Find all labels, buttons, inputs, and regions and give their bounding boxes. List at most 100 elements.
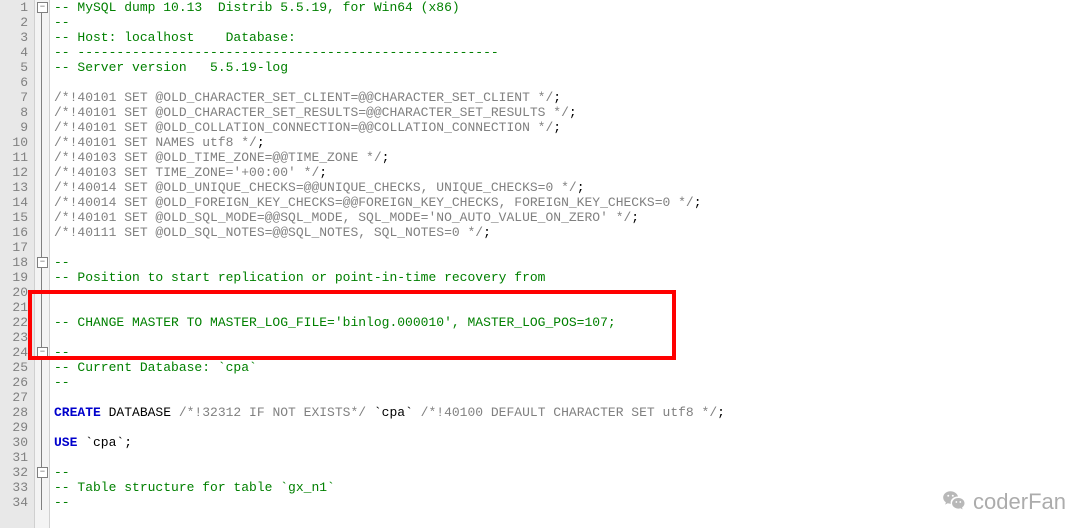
line-number: 31 <box>0 450 28 465</box>
line-number: 28 <box>0 405 28 420</box>
fold-toggle-icon[interactable] <box>37 257 48 268</box>
code-area[interactable]: -- MySQL dump 10.13 Distrib 5.5.19, for … <box>50 0 1080 528</box>
code-token: /*!40111 SET @OLD_SQL_NOTES=@@SQL_NOTES,… <box>54 225 483 240</box>
code-line[interactable]: -- Current Database: `cpa` <box>54 360 1080 375</box>
code-line[interactable]: -- <box>54 285 1080 300</box>
code-line[interactable]: -- Table structure for table `gx_n1` <box>54 480 1080 495</box>
line-number: 33 <box>0 480 28 495</box>
code-line[interactable]: CREATE DATABASE /*!32312 IF NOT EXISTS*/… <box>54 405 1080 420</box>
code-token: CREATE <box>54 405 101 420</box>
line-number: 32 <box>0 465 28 480</box>
line-number: 21 <box>0 300 28 315</box>
code-line[interactable]: -- <box>54 495 1080 510</box>
code-line[interactable]: -- <box>54 345 1080 360</box>
code-line[interactable] <box>54 75 1080 90</box>
code-token: ; <box>483 225 491 240</box>
code-token: -- Position to start replication or poin… <box>54 270 545 285</box>
code-line[interactable]: -- -------------------------------------… <box>54 45 1080 60</box>
code-line[interactable]: /*!40103 SET TIME_ZONE='+00:00' */; <box>54 165 1080 180</box>
code-token: /*!40014 SET @OLD_FOREIGN_KEY_CHECKS=@@F… <box>54 195 694 210</box>
line-number: 6 <box>0 75 28 90</box>
code-line[interactable]: /*!40103 SET @OLD_TIME_ZONE=@@TIME_ZONE … <box>54 150 1080 165</box>
code-token: /*!32312 IF NOT EXISTS*/ <box>179 405 366 420</box>
line-number: 15 <box>0 210 28 225</box>
code-token: USE <box>54 435 77 450</box>
line-number: 18 <box>0 255 28 270</box>
code-token: `cpa` <box>366 405 421 420</box>
code-line[interactable]: /*!40014 SET @OLD_UNIQUE_CHECKS=@@UNIQUE… <box>54 180 1080 195</box>
line-number: 7 <box>0 90 28 105</box>
wechat-icon <box>941 488 967 514</box>
line-number: 27 <box>0 390 28 405</box>
code-line[interactable]: /*!40101 SET @OLD_COLLATION_CONNECTION=@… <box>54 120 1080 135</box>
fold-column <box>35 0 50 528</box>
line-number: 30 <box>0 435 28 450</box>
code-token: /*!40101 SET @OLD_CHARACTER_SET_CLIENT=@… <box>54 90 553 105</box>
code-line[interactable]: -- MySQL dump 10.13 Distrib 5.5.19, for … <box>54 0 1080 15</box>
code-line[interactable] <box>54 240 1080 255</box>
code-token: -- <box>54 375 70 390</box>
line-number: 11 <box>0 150 28 165</box>
code-token: /*!40014 SET @OLD_UNIQUE_CHECKS=@@UNIQUE… <box>54 180 577 195</box>
line-number: 12 <box>0 165 28 180</box>
code-line[interactable]: /*!40111 SET @OLD_SQL_NOTES=@@SQL_NOTES,… <box>54 225 1080 240</box>
code-token: /*!40101 SET NAMES utf8 */ <box>54 135 257 150</box>
code-token: -- <box>54 345 70 360</box>
line-number: 10 <box>0 135 28 150</box>
fold-toggle-icon[interactable] <box>37 347 48 358</box>
line-number: 29 <box>0 420 28 435</box>
code-token: -- CHANGE MASTER TO MASTER_LOG_FILE='bin… <box>54 315 616 330</box>
code-line[interactable]: /*!40101 SET @OLD_SQL_MODE=@@SQL_MODE, S… <box>54 210 1080 225</box>
fold-toggle-icon[interactable] <box>37 467 48 478</box>
line-number: 1 <box>0 0 28 15</box>
code-line[interactable]: -- Position to start replication or poin… <box>54 270 1080 285</box>
code-line[interactable]: -- CHANGE MASTER TO MASTER_LOG_FILE='bin… <box>54 315 1080 330</box>
code-token: DATABASE <box>101 405 179 420</box>
line-number: 26 <box>0 375 28 390</box>
fold-toggle-icon[interactable] <box>37 2 48 13</box>
code-line[interactable]: /*!40014 SET @OLD_FOREIGN_KEY_CHECKS=@@F… <box>54 195 1080 210</box>
code-token: -- Table structure for table `gx_n1` <box>54 480 335 495</box>
line-number: 17 <box>0 240 28 255</box>
code-line[interactable] <box>54 330 1080 345</box>
code-token: -- <box>54 465 70 480</box>
line-number: 13 <box>0 180 28 195</box>
code-token: ; <box>631 210 639 225</box>
code-token: /*!40100 DEFAULT CHARACTER SET utf8 */ <box>421 405 717 420</box>
code-line[interactable]: /*!40101 SET @OLD_CHARACTER_SET_RESULTS=… <box>54 105 1080 120</box>
code-token: -- <box>54 495 70 510</box>
code-token: ; <box>553 120 561 135</box>
code-line[interactable] <box>54 420 1080 435</box>
code-token: -- MySQL dump 10.13 Distrib 5.5.19, for … <box>54 0 460 15</box>
line-number: 9 <box>0 120 28 135</box>
code-line[interactable]: USE `cpa`; <box>54 435 1080 450</box>
code-line[interactable]: /*!40101 SET NAMES utf8 */; <box>54 135 1080 150</box>
code-token: ; <box>569 105 577 120</box>
code-token: -- Current Database: `cpa` <box>54 360 257 375</box>
code-token: -- <box>54 15 70 30</box>
code-line[interactable] <box>54 450 1080 465</box>
line-number: 5 <box>0 60 28 75</box>
code-token: /*!40101 SET @OLD_COLLATION_CONNECTION=@… <box>54 120 553 135</box>
code-line[interactable] <box>54 390 1080 405</box>
code-line[interactable] <box>54 300 1080 315</box>
line-number: 20 <box>0 285 28 300</box>
line-number: 34 <box>0 495 28 510</box>
code-token: /*!40101 SET @OLD_SQL_MODE=@@SQL_MODE, S… <box>54 210 631 225</box>
line-number: 19 <box>0 270 28 285</box>
code-token: -- <box>54 285 70 300</box>
code-line[interactable]: -- Server version 5.5.19-log <box>54 60 1080 75</box>
code-token: ; <box>382 150 390 165</box>
code-token: /*!40103 SET @OLD_TIME_ZONE=@@TIME_ZONE … <box>54 150 382 165</box>
watermark: coderFan <box>941 488 1066 514</box>
code-line[interactable]: -- <box>54 465 1080 480</box>
code-editor: 1234567891011121314151617181920212223242… <box>0 0 1080 528</box>
code-line[interactable]: -- <box>54 255 1080 270</box>
line-number: 25 <box>0 360 28 375</box>
code-line[interactable]: -- <box>54 375 1080 390</box>
code-line[interactable]: /*!40101 SET @OLD_CHARACTER_SET_CLIENT=@… <box>54 90 1080 105</box>
line-number: 16 <box>0 225 28 240</box>
code-line[interactable]: -- Host: localhost Database: <box>54 30 1080 45</box>
code-line[interactable]: -- <box>54 15 1080 30</box>
line-number: 3 <box>0 30 28 45</box>
